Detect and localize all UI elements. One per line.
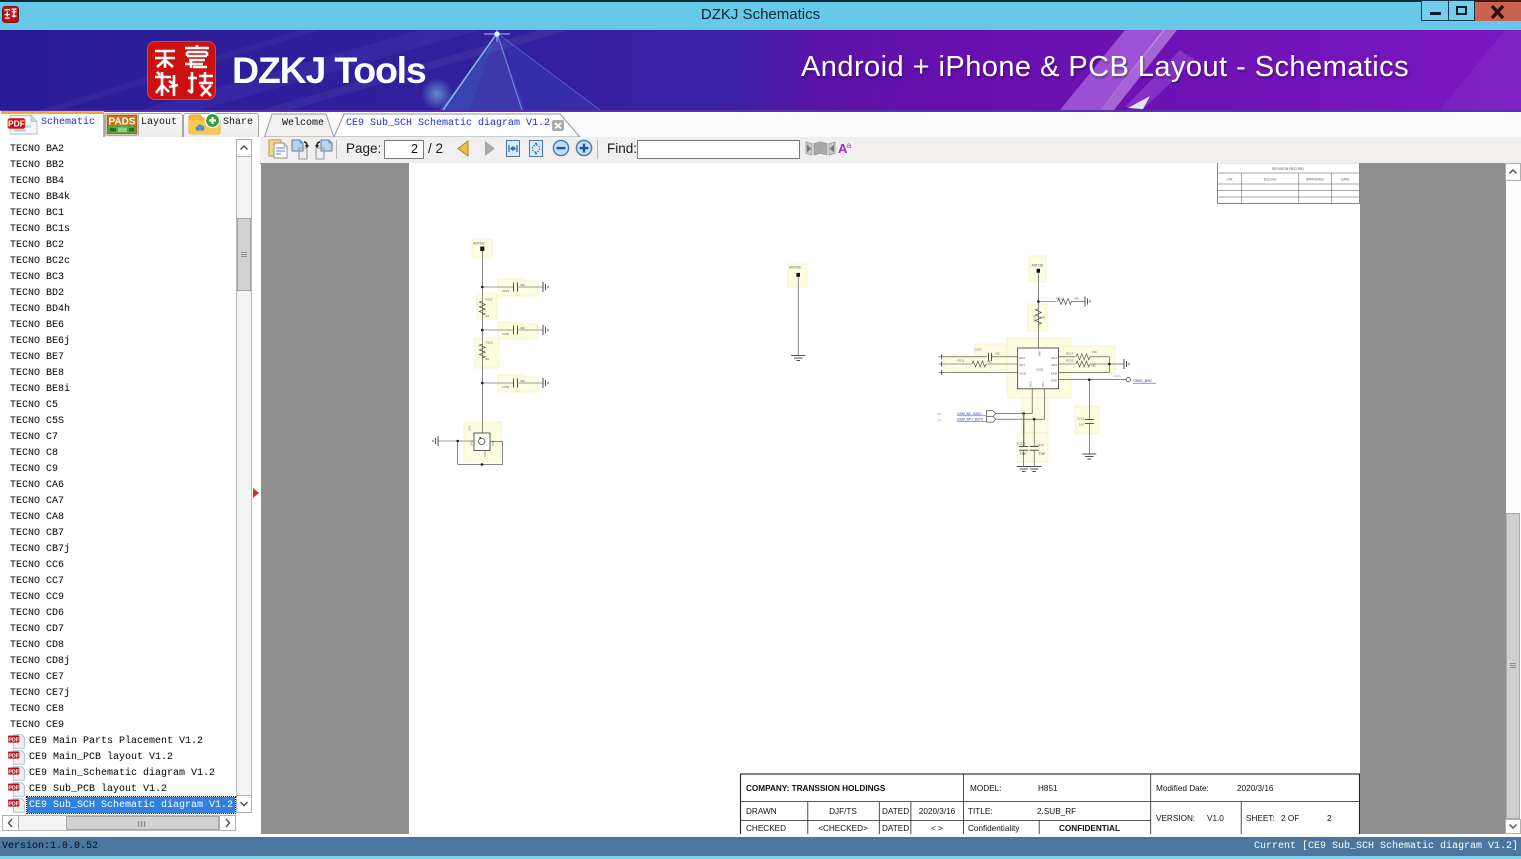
svg-text:VC1: VC1 [1041,381,1045,387]
svg-text:1uF: 1uF [1079,423,1084,427]
svg-text:C266: C266 [502,385,510,389]
svg-text:RF2: RF2 [1051,363,1057,367]
svg-text:COMPANY: TRANSSION HOLDINGS: COMPANY: TRANSSION HOLDINGS [746,784,886,793]
svg-text:C219: C219 [502,289,510,293]
svg-text:R221: R221 [486,298,494,302]
svg-text:GSM_BC_B29C: GSM_BC_B29C [957,412,982,416]
svg-text:ANT136: ANT136 [1032,264,1044,268]
svg-text:VERSION:: VERSION: [1156,814,1195,823]
svg-text:C251: C251 [975,348,983,352]
svg-text:GND: GND [1019,371,1026,375]
svg-text:R210: R210 [1033,314,1037,322]
svg-text:R202: R202 [486,341,494,345]
svg-text:R211: R211 [958,359,965,363]
svg-text:RF4: RF4 [1019,363,1025,367]
svg-text:VDD: VDD [1051,379,1058,383]
svg-text:CHECKED: CHECKED [746,824,786,833]
svg-text:H851: H851 [1038,784,1058,793]
svg-text:PDF: PDF [8,753,19,759]
svg-text:2.SUB_RF: 2.SUB_RF [1037,807,1076,816]
svg-text:ANT202: ANT202 [473,242,485,246]
svg-text:J201: J201 [469,425,472,431]
svg-text:SHEET:: SHEET: [1246,814,1275,823]
svg-text:2020/3/16: 2020/3/16 [1237,784,1274,793]
svg-text:2.2mm: 2.2mm [1113,375,1121,378]
svg-text:<CHECKED>: <CHECKED> [818,824,868,833]
svg-text:RF1: RF1 [1051,356,1057,360]
svg-text:PADS: PADS [108,117,135,128]
svg-text:ANT206: ANT206 [789,266,801,270]
svg-text:GSM_BP1_B27C: GSM_BP1_B27C [957,418,984,422]
svg-text:Modified Date:: Modified Date: [1156,784,1209,793]
svg-text:ANT: ANT [1038,350,1042,356]
svg-text:DRAWN: DRAWN [746,807,777,816]
svg-text:RF3: RF3 [1019,356,1025,360]
svg-text:GND: GND [484,451,487,457]
svg-text:VC2: VC2 [1029,381,1033,387]
svg-text:C214: C214 [1037,443,1045,447]
svg-text:PDF: PDF [8,801,19,807]
svg-text:DATED: DATED [882,824,909,833]
svg-text:PDF: PDF [8,737,19,743]
svg-text:[9]: [9] [938,412,942,416]
svg-text:V1.0: V1.0 [1207,814,1224,823]
svg-text:PDF: PDF [8,119,25,129]
svg-text:GND: GND [492,440,495,446]
svg-text:LTR: LTR [1227,178,1233,182]
svg-text:DJF/TS: DJF/TS [829,807,857,816]
svg-text:DATE: DATE [1341,178,1349,182]
svg-text:PDF: PDF [8,769,19,775]
svg-text:2 OF: 2 OF [1281,814,1299,823]
svg-text:< >: < > [931,824,943,833]
svg-text:ECO NO: ECO NO [1264,178,1277,182]
svg-text:APPROVED: APPROVED [1306,178,1324,182]
svg-text:S900_B9C: S900_B9C [1133,378,1152,383]
svg-text:TC213: TC213 [1017,442,1026,446]
svg-text:PDF: PDF [8,785,19,791]
svg-text:TITLE:: TITLE: [968,807,993,816]
svg-text:ENB: ENB [1051,371,1057,375]
svg-text:R215: R215 [1066,359,1074,363]
svg-text:CONFIDENTIAL: CONFIDENTIAL [1059,824,1120,833]
svg-text:MODEL:: MODEL: [970,784,1001,793]
svg-text:2020/3/16: 2020/3/16 [919,807,956,816]
svg-text:REVISION RECORD: REVISION RECORD [1272,167,1304,171]
svg-text:NC: NC [1075,297,1080,301]
svg-text:a: a [847,140,852,150]
svg-text:U202: U202 [1036,368,1044,372]
svg-text:33pF: 33pF [1020,452,1027,456]
svg-text:DATED: DATED [882,807,909,816]
svg-text:2: 2 [1327,814,1332,823]
svg-text:R214: R214 [1066,352,1074,356]
svg-text:C265: C265 [502,332,510,336]
svg-text:[1]: [1] [938,418,942,422]
svg-text:C212: C212 [1077,417,1085,421]
svg-text:33pF: 33pF [1039,452,1046,456]
svg-text:Confidentiality: Confidentiality [968,824,1020,833]
